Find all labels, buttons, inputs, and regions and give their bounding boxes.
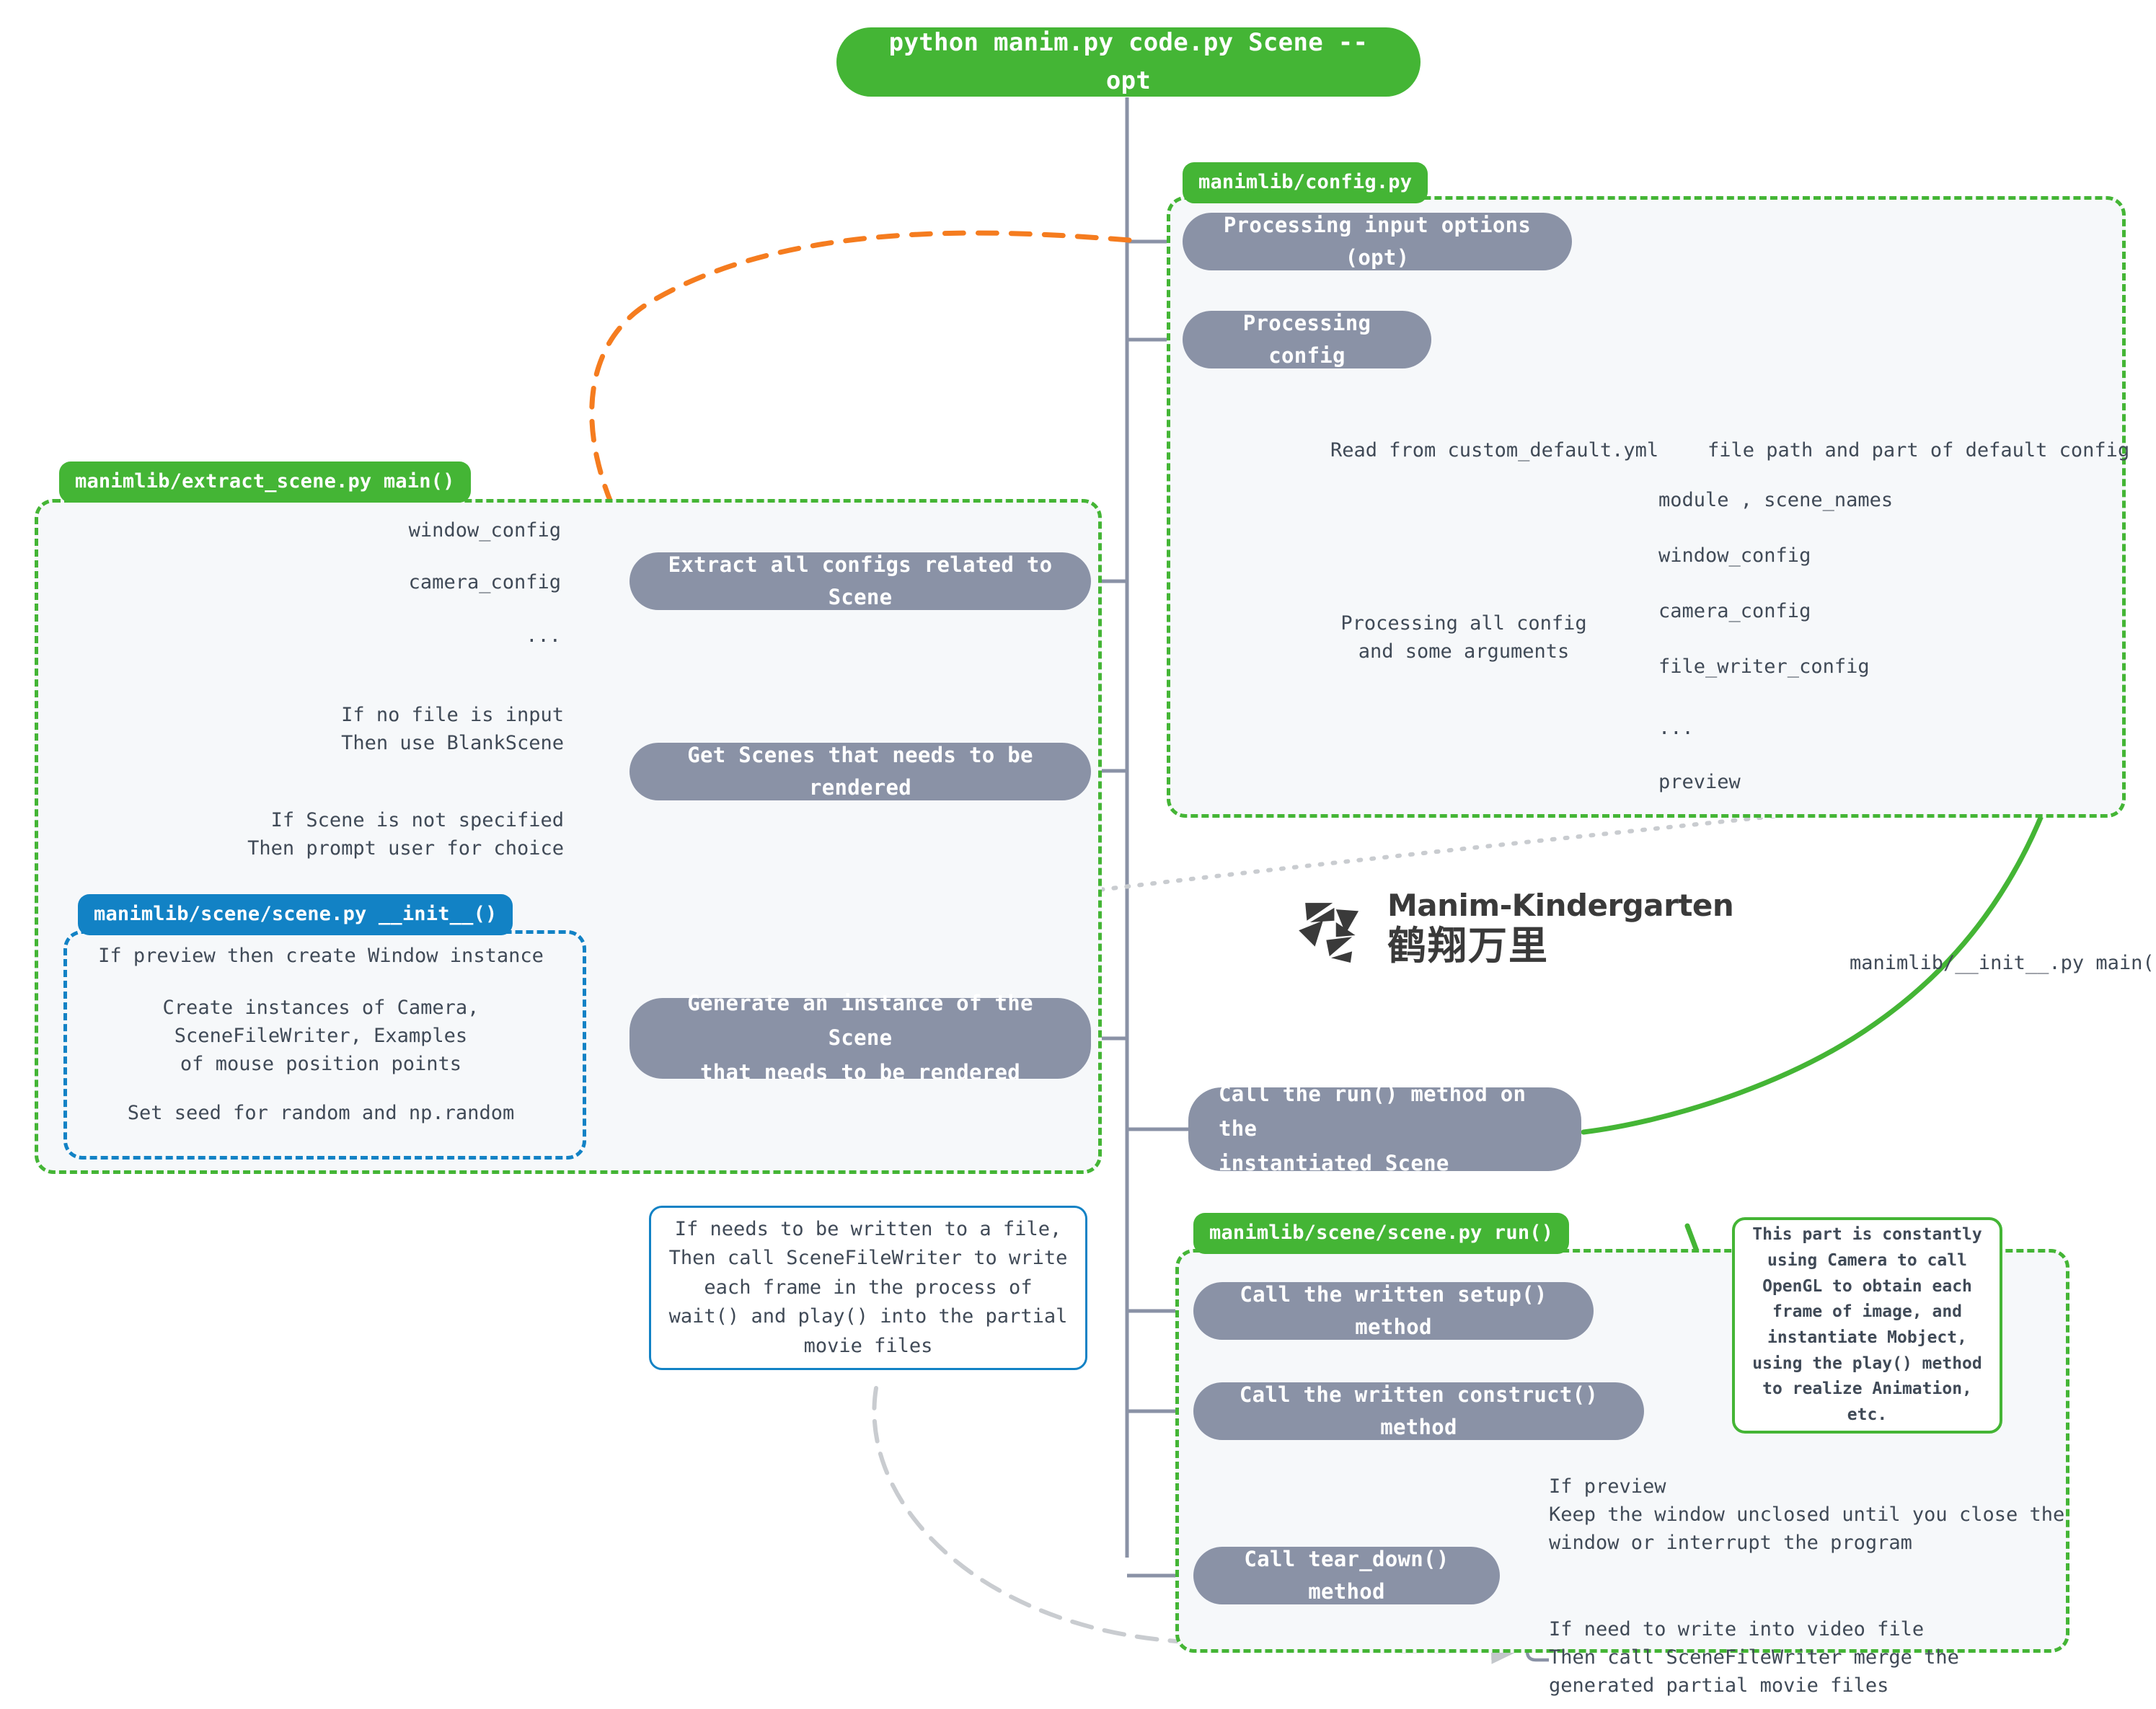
panel-scene-init-tag: manimlib/scene/scene.py __init__() xyxy=(78,894,513,935)
pill-processing-input-options[interactable]: Processing input options (opt) xyxy=(1183,213,1572,270)
note-processing-all-config: Processing all config and some arguments xyxy=(1340,612,1587,663)
pill-generate-instance[interactable]: Generate an instance of the Scene that n… xyxy=(629,991,1091,1085)
callout-constantly-rendering: This part is constantly using Camera to … xyxy=(1732,1217,2002,1434)
config-item-file-writer-config: file_writer_config xyxy=(1658,655,1870,678)
panel-config xyxy=(1167,196,2126,818)
extract-config-item-ellipsis: ... xyxy=(526,624,561,647)
command-pill[interactable]: python manim.py code.py Scene --opt xyxy=(836,27,1421,97)
scene-init-item-window: If preview then create Window instance xyxy=(98,945,544,967)
pill-call-construct[interactable]: Call the written construct() method xyxy=(1193,1382,1644,1440)
note-read-yml: Read from custom_default.yml xyxy=(1330,439,1659,462)
pill-processing-config[interactable]: Processing config xyxy=(1183,311,1431,368)
extract-config-item-window: window_config xyxy=(408,519,561,542)
panel-config-tag: manimlib/config.py xyxy=(1183,162,1428,203)
panel-extract-scene-tag: manimlib/extract_scene.py main() xyxy=(59,462,471,503)
scene-init-item-instances: Create instances of Camera, SceneFileWri… xyxy=(162,997,480,1076)
pill-call-setup[interactable]: Call the written setup() method xyxy=(1193,1282,1594,1340)
pill-call-run-method[interactable]: Call the run() method on the instantiate… xyxy=(1188,1082,1581,1175)
logo-english: Manim-Kindergarten xyxy=(1387,888,1734,924)
brand-logo: Manim-Kindergarten 鹤翔万里 xyxy=(1291,888,1734,969)
scene-init-item-seed: Set seed for random and np.random xyxy=(127,1102,515,1124)
config-item-ellipsis: ... xyxy=(1658,717,1694,739)
logo-chinese: 鹤翔万里 xyxy=(1387,923,1549,969)
extract-config-item-camera: camera_config xyxy=(408,571,561,593)
diagram-canvas: python manim.py code.py Scene --opt mani… xyxy=(0,0,2156,1709)
note-no-file-input: If no file is input Then use BlankScene xyxy=(341,704,564,755)
config-item-preview: preview xyxy=(1658,771,1741,793)
callout-file-writer: If needs to be written to a file, Then c… xyxy=(649,1206,1087,1370)
note-tear-down-video: If need to write into video file Then ca… xyxy=(1549,1618,1959,1697)
pill-call-tear-down[interactable]: Call tear_down() method xyxy=(1193,1547,1500,1604)
config-item-window-config: window_config xyxy=(1658,544,1811,567)
panel-scene-run-tag: manimlib/scene/scene.py run() xyxy=(1193,1213,1570,1254)
config-item-module-scene-names: module , scene_names xyxy=(1658,489,1894,511)
note-read-yml-detail: file path and part of default config xyxy=(1707,439,2130,462)
label-init-main: manimlib/__init__.py main() xyxy=(1850,952,2156,974)
manim-kindergarten-logo-icon xyxy=(1299,903,1359,963)
pill-extract-all-configs[interactable]: Extract all configs related to Scene xyxy=(629,552,1091,610)
config-item-camera-config: camera_config xyxy=(1658,600,1811,622)
note-scene-not-specified: If Scene is not specified Then prompt us… xyxy=(247,809,564,860)
logo-text-block: Manim-Kindergarten 鹤翔万里 xyxy=(1387,888,1734,969)
note-tear-down-preview: If preview Keep the window unclosed unti… xyxy=(1549,1475,2065,1555)
pill-get-scenes[interactable]: Get Scenes that needs to be rendered xyxy=(629,743,1091,800)
